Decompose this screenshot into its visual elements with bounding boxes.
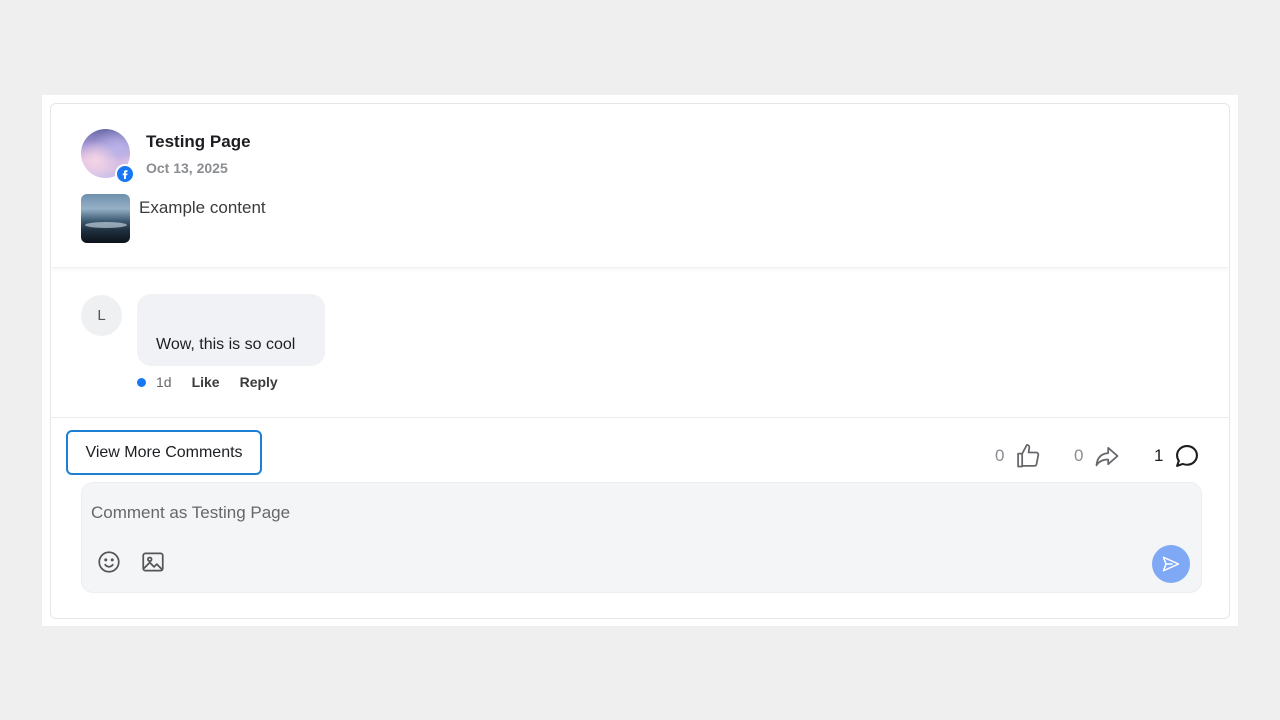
comment-stat[interactable]: 1 <box>1154 441 1201 471</box>
comment-input[interactable] <box>91 499 991 527</box>
thumbnail-wave <box>85 222 127 228</box>
share-arrow-icon[interactable] <box>1093 442 1121 470</box>
shares-count: 0 <box>1074 446 1084 465</box>
like-stat[interactable]: 0 <box>995 441 1042 471</box>
unread-dot-icon <box>137 377 146 387</box>
section-divider <box>51 417 1229 418</box>
post-stats: 0 0 1 <box>51 441 1229 471</box>
comments-count: 1 <box>1154 446 1164 465</box>
send-icon <box>1162 556 1180 572</box>
comment-bubble-icon[interactable] <box>1173 442 1201 470</box>
comment-text: Wow, this is so cool <box>156 336 296 353</box>
post-widget-frame: Testing Page Oct 13, 2025 Example conten… <box>42 95 1238 626</box>
post-image-thumbnail[interactable] <box>81 194 130 243</box>
page-name[interactable]: Testing Page <box>146 132 251 152</box>
post-header: Testing Page Oct 13, 2025 Example conten… <box>51 104 1229 268</box>
comment-time: 1d <box>156 374 172 390</box>
facebook-icon <box>115 164 135 184</box>
emoji-icon[interactable] <box>96 549 122 575</box>
comment-meta: 1d Like Reply <box>137 374 298 390</box>
post-card: Testing Page Oct 13, 2025 Example conten… <box>50 103 1230 619</box>
post-date: Oct 13, 2025 <box>146 160 228 176</box>
reply-comment-button[interactable]: Reply <box>240 374 278 390</box>
like-comment-button[interactable]: Like <box>192 374 220 390</box>
image-icon[interactable] <box>140 549 166 575</box>
thumbs-up-icon[interactable] <box>1014 442 1042 470</box>
share-stat[interactable]: 0 <box>1074 441 1121 471</box>
post-content: Example content <box>139 198 266 217</box>
commenter-avatar[interactable]: L <box>81 295 122 336</box>
likes-count: 0 <box>995 446 1005 465</box>
comment-composer <box>81 482 1202 593</box>
comment-bubble: Wow, this is so cool <box>137 294 325 366</box>
send-button[interactable] <box>1152 545 1190 583</box>
